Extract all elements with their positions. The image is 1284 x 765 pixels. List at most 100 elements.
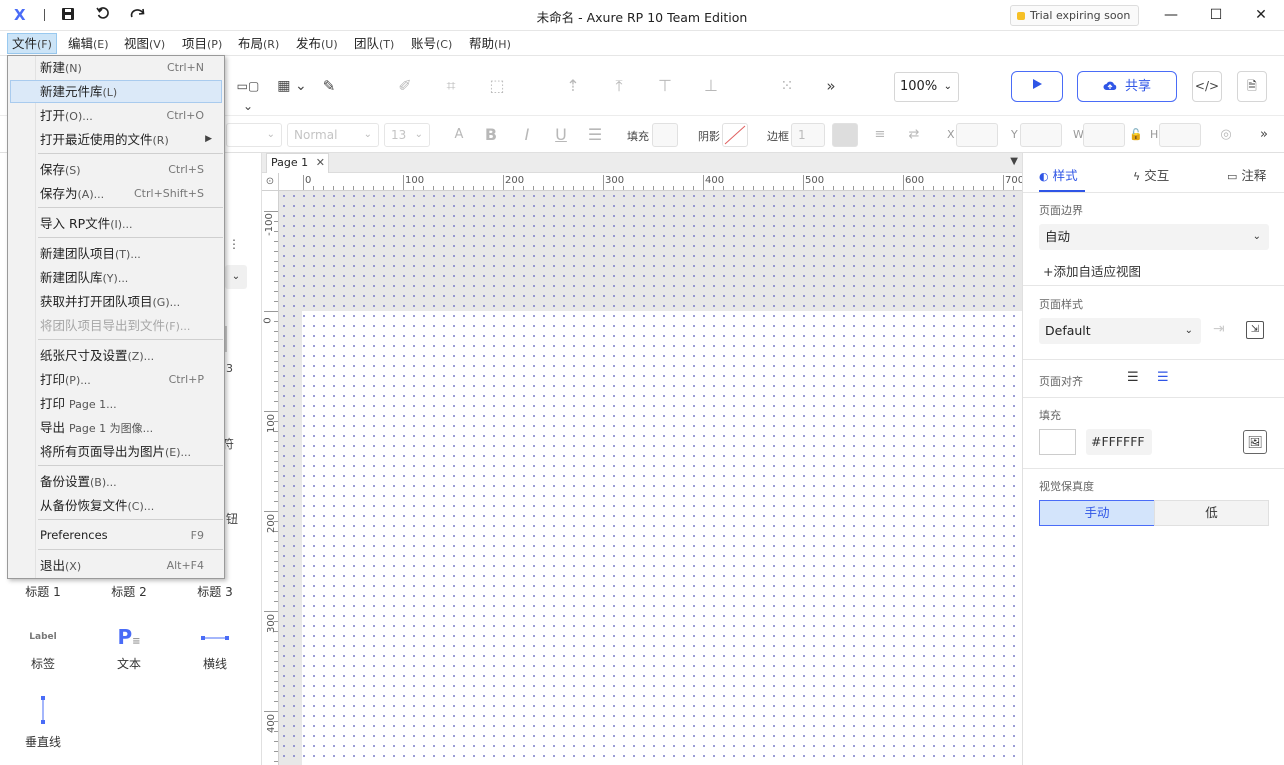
menu-team[interactable]: 团队(T) xyxy=(350,33,398,54)
menu-help[interactable]: 帮助(H) xyxy=(465,33,515,54)
menu-item-preferences[interactable]: Preferences F9 xyxy=(10,524,222,547)
menu-item-save[interactable]: 保存(S) Ctrl+S xyxy=(10,158,222,181)
more-options-icon[interactable]: ⋮ xyxy=(228,237,240,251)
tab-list-dropdown-icon[interactable]: ▼ xyxy=(1010,156,1018,167)
page-area[interactable] xyxy=(302,311,1022,765)
save-icon[interactable] xyxy=(60,7,76,23)
widget-heading-3[interactable]: 标题 3 xyxy=(180,583,250,600)
format-painter-icon[interactable]: ✐ xyxy=(394,76,416,96)
design-canvas[interactable] xyxy=(279,191,1022,765)
fill-color-swatch[interactable] xyxy=(1039,429,1076,455)
minimize-icon[interactable]: — xyxy=(1162,6,1180,24)
widget-horizontal-line[interactable]: 横线 xyxy=(180,623,250,672)
menu-item-restore-backup[interactable]: 从备份恢复文件(C)... xyxy=(10,494,222,517)
font-family-select[interactable]: ⌄ xyxy=(226,123,282,147)
maximize-icon[interactable]: ☐ xyxy=(1207,6,1225,24)
close-tab-icon[interactable]: ✕ xyxy=(316,154,325,172)
send-back-icon[interactable]: ⤒ xyxy=(608,76,630,96)
lock-icon[interactable]: 🔓 xyxy=(1129,125,1143,145)
align-left-icon[interactable]: ☰ xyxy=(1127,370,1139,385)
preview-button[interactable] xyxy=(1011,71,1063,102)
widget-vertical-line[interactable]: 垂直线 xyxy=(8,695,78,750)
font-style-select[interactable]: Normal ⌄ xyxy=(287,123,379,147)
menu-publish[interactable]: 发布(U) xyxy=(292,33,342,54)
pen-tool-icon[interactable]: ✎ xyxy=(318,76,340,96)
fill-hex-input[interactable]: #FFFFFF xyxy=(1086,429,1152,455)
fidelity-low-option[interactable]: 低 xyxy=(1154,500,1269,526)
trial-badge[interactable]: Trial expiring soon xyxy=(1010,5,1140,26)
undo-icon[interactable] xyxy=(95,7,111,23)
menu-item-get-team-project[interactable]: 获取并打开团队项目(G)... xyxy=(10,290,222,313)
more-tools-icon[interactable]: » xyxy=(820,76,842,96)
font-size-select[interactable]: 13 ⌄ xyxy=(384,123,430,147)
transform-icon[interactable]: ⬚ xyxy=(486,76,508,96)
menu-item-exit[interactable]: 退出(X) Alt+F4 xyxy=(10,554,222,577)
menu-item-print-page[interactable]: 打印 Page 1... xyxy=(10,392,222,415)
x-input[interactable] xyxy=(956,123,998,147)
visibility-icon[interactable]: ◎ xyxy=(1216,125,1236,145)
menu-item-new-team-library[interactable]: 新建团队库(Y)... xyxy=(10,266,222,289)
share-button[interactable]: 共享 xyxy=(1077,71,1177,102)
apply-style-icon[interactable]: ⇥ xyxy=(1213,321,1225,337)
page-bounds-select[interactable]: 自动 ⌄ xyxy=(1039,224,1269,250)
tab-notes[interactable]: ▭ 注释 xyxy=(1227,165,1266,184)
tab-interactions[interactable]: ϟ 交互 xyxy=(1133,165,1169,184)
fidelity-manual-option[interactable]: 手动 xyxy=(1039,500,1155,526)
bring-front-icon[interactable]: ⇡ xyxy=(562,76,584,96)
menu-item-import-rp[interactable]: 导入 RP文件(I)... xyxy=(10,212,222,235)
y-input[interactable] xyxy=(1020,123,1062,147)
font-color-icon[interactable]: A xyxy=(450,125,468,145)
close-icon[interactable]: ✕ xyxy=(1252,6,1270,24)
menu-item-new-team-project[interactable]: 新建团队项目(T)... xyxy=(10,242,222,265)
border-width-input[interactable]: 1 xyxy=(791,123,825,147)
widget-heading-1[interactable]: 标题 1 xyxy=(8,583,78,600)
page-style-select[interactable]: Default ⌄ xyxy=(1039,318,1201,344)
menu-item-open-recent[interactable]: 打开最近使用的文件(R) ▶ xyxy=(10,128,222,151)
menu-item-new-library[interactable]: 新建元件库(L) xyxy=(10,80,222,103)
menu-item-new[interactable]: 新建(N) Ctrl+N xyxy=(10,56,222,79)
align-top-icon[interactable]: ⊤ xyxy=(654,76,676,96)
menu-project[interactable]: 项目(P) xyxy=(178,33,226,54)
menu-layout[interactable]: 布局(R) xyxy=(234,33,283,54)
list-icon[interactable]: ☰ xyxy=(586,125,604,145)
redo-icon[interactable] xyxy=(130,7,146,23)
italic-icon[interactable]: I xyxy=(518,125,536,145)
edit-style-icon[interactable]: ⇲ xyxy=(1246,321,1264,339)
add-adaptive-view-link[interactable]: +添加自适应视图 xyxy=(1043,261,1141,280)
tab-page-1[interactable]: Page 1 ✕ xyxy=(266,153,329,173)
group-icon[interactable]: ⁙ xyxy=(776,76,798,96)
library-select-caret[interactable]: ⌄ xyxy=(225,265,247,289)
menu-item-export-page-image[interactable]: 导出 Page 1 为图像... xyxy=(10,416,222,439)
widget-heading-2[interactable]: 标题 2 xyxy=(94,583,164,600)
code-icon[interactable]: </> xyxy=(1192,71,1222,102)
widget-text[interactable]: P≡ 文本 xyxy=(94,623,164,672)
h-input[interactable] xyxy=(1159,123,1201,147)
crop-icon[interactable]: ⌗ xyxy=(440,76,462,96)
fill-image-icon[interactable]: 🖼 xyxy=(1243,430,1267,454)
align-center-icon[interactable]: ☰ xyxy=(1157,370,1169,385)
document-icon[interactable]: 🗎 xyxy=(1237,71,1267,102)
more-format-icon[interactable]: » xyxy=(1256,125,1272,145)
bold-icon[interactable]: B xyxy=(482,125,500,145)
ruler-origin-icon[interactable]: ⊙ xyxy=(262,173,279,191)
zoom-select[interactable]: 100% ⌄ xyxy=(894,72,959,102)
menu-edit[interactable]: 编辑(E) xyxy=(64,33,113,54)
widget-label[interactable]: Label 标签 xyxy=(8,623,78,672)
menu-file[interactable]: 文件(F) xyxy=(7,33,57,54)
distribute-icon[interactable]: ⊥ xyxy=(700,76,722,96)
tab-style[interactable]: ◐ 样式 xyxy=(1039,165,1078,184)
arrow-style-icon[interactable]: ⇄ xyxy=(904,125,924,145)
border-style-icon[interactable]: ≡ xyxy=(870,125,890,145)
menu-item-open[interactable]: 打开(O)... Ctrl+O xyxy=(10,104,222,127)
w-input[interactable] xyxy=(1083,123,1125,147)
menu-item-print[interactable]: 打印(P)... Ctrl+P xyxy=(10,368,222,391)
fill-color-swatch[interactable] xyxy=(652,123,678,147)
menu-account[interactable]: 账号(C) xyxy=(407,33,456,54)
frame-tool-icon[interactable]: ▭▢ ⌄ xyxy=(230,76,266,116)
menu-view[interactable]: 视图(V) xyxy=(120,33,169,54)
table-tool-icon[interactable]: ▦ ⌄ xyxy=(274,76,310,96)
shadow-swatch[interactable] xyxy=(722,123,748,147)
menu-item-page-setup[interactable]: 纸张尺寸及设置(Z)... xyxy=(10,344,222,367)
border-color-swatch[interactable] xyxy=(832,123,858,147)
menu-item-save-as[interactable]: 保存为(A)... Ctrl+Shift+S xyxy=(10,182,222,205)
